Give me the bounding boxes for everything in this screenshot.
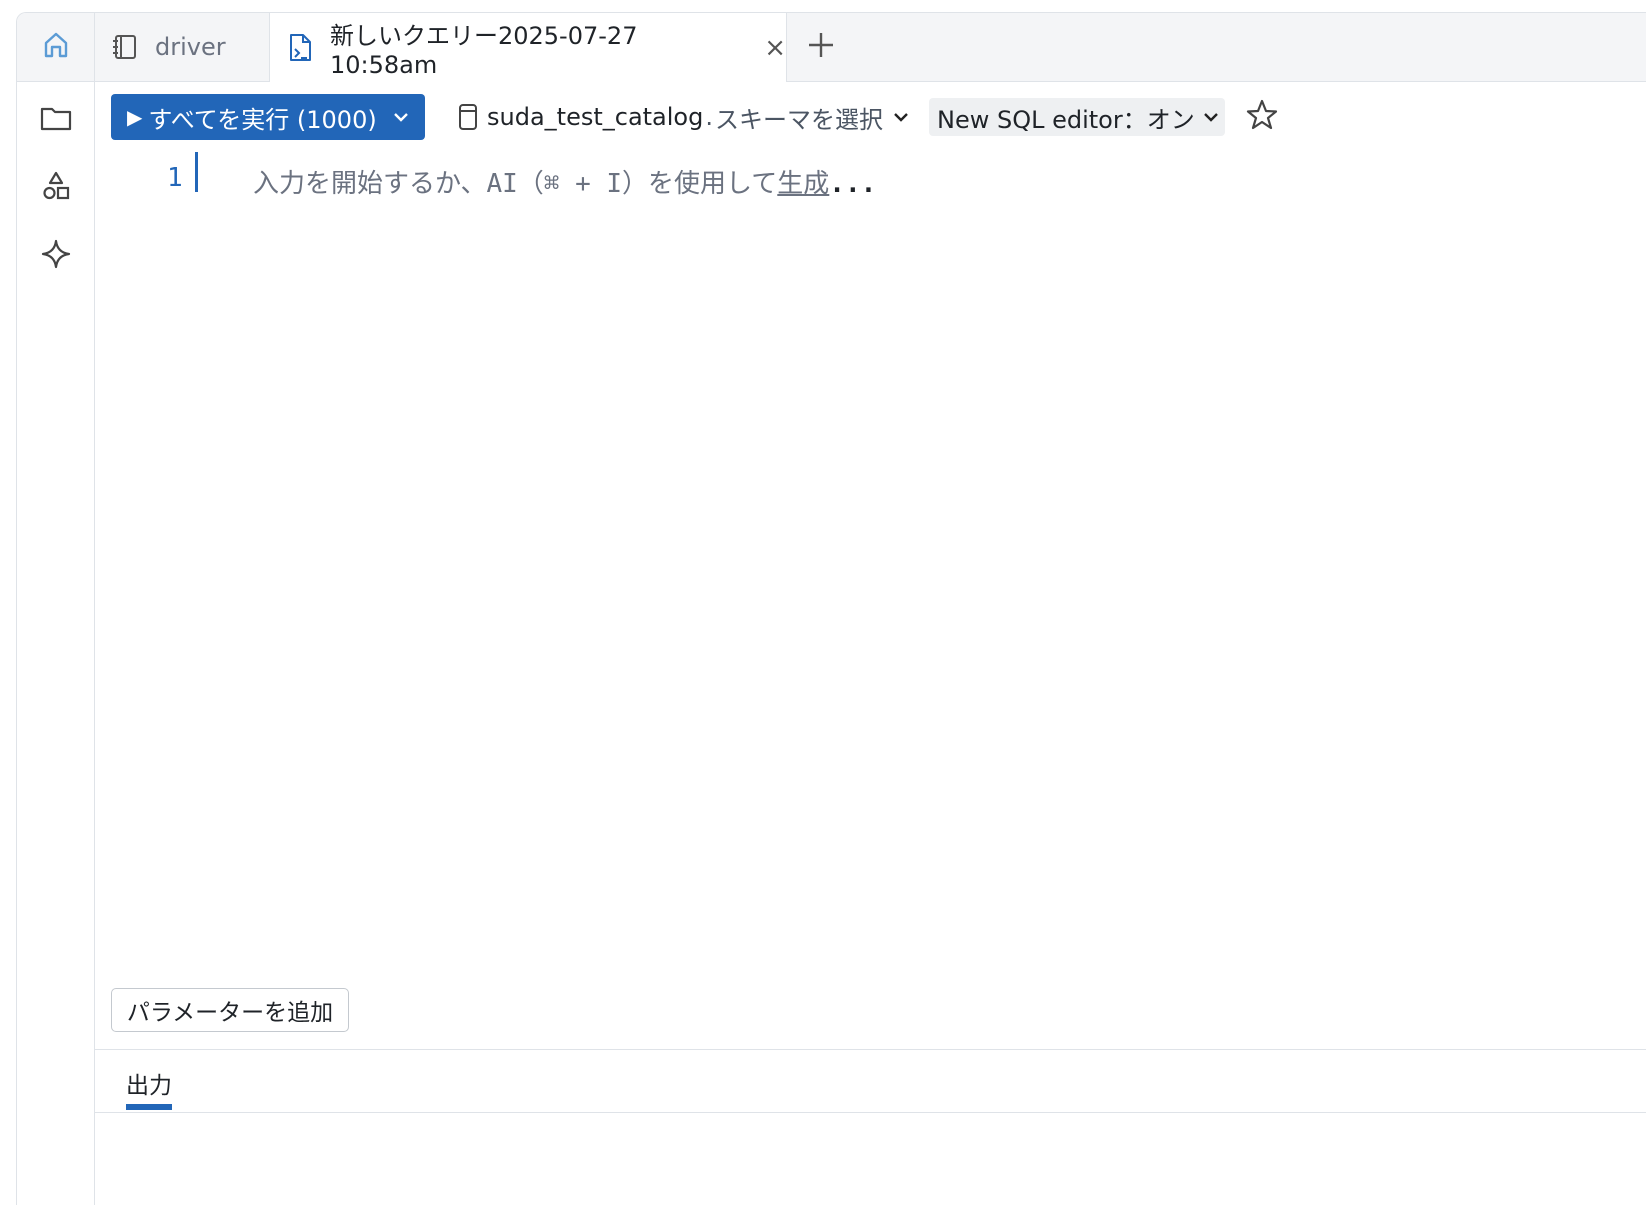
catalog-name: suda_test_catalog: [487, 103, 704, 131]
editor-toggle-label: New SQL editor：オン: [937, 105, 1195, 134]
shapes-icon: [41, 170, 71, 206]
close-icon[interactable]: ×: [764, 33, 786, 63]
home-button[interactable]: [17, 13, 95, 81]
active-line-marker: [195, 152, 198, 192]
notebook-icon: [111, 32, 141, 62]
play-icon: ▶: [127, 105, 143, 129]
placeholder-dots: ...: [829, 169, 877, 199]
plus-icon: [806, 30, 836, 64]
sparkle-icon: [41, 239, 71, 273]
favorite-button[interactable]: [1243, 98, 1281, 136]
chevron-down-icon[interactable]: [391, 106, 411, 134]
tab-output[interactable]: 出力: [126, 1066, 172, 1100]
generate-link[interactable]: 生成: [777, 169, 829, 199]
tab-new-query[interactable]: 新しいクエリー2025-07-27 10:58am ×: [270, 13, 787, 82]
tab-driver-label: driver: [155, 33, 226, 61]
tab-driver[interactable]: driver: [95, 13, 270, 81]
new-sql-editor-toggle[interactable]: New SQL editor：オン: [929, 98, 1225, 136]
run-all-button[interactable]: ▶ すべてを実行 (1000): [111, 94, 425, 140]
add-parameter-button[interactable]: パラメーターを追加: [111, 988, 349, 1032]
home-icon: [41, 30, 71, 64]
sql-editor-window: driver 新しいクエリー2025-07-27 10:58am × ▶ すべて…: [16, 12, 1646, 1205]
output-divider: [95, 1112, 1646, 1113]
star-icon: [1245, 98, 1279, 136]
editor-placeholder[interactable]: 入力を開始するか、AI（⌘ + I）を使用して生成...: [253, 163, 876, 200]
assistant-button[interactable]: [36, 236, 76, 276]
left-rail: [17, 82, 95, 1205]
folder-icon: [40, 104, 72, 136]
catalog-button[interactable]: [36, 168, 76, 208]
catalog-schema-selector[interactable]: suda_test_catalog . スキーマを選択: [457, 94, 911, 140]
workspace-browser-button[interactable]: [36, 100, 76, 140]
placeholder-text: 入力を開始するか、AI（⌘ + I）を使用して: [253, 169, 778, 199]
tab-bar: driver 新しいクエリー2025-07-27 10:58am ×: [17, 13, 1646, 82]
line-number: 1: [167, 163, 183, 193]
run-all-label: すべてを実行 (1000): [148, 105, 377, 134]
database-icon: [457, 102, 479, 132]
schema-placeholder: スキーマを選択: [715, 105, 883, 134]
output-tab-indicator: [126, 1104, 172, 1110]
query-file-icon: [286, 33, 316, 63]
chevron-down-icon: [891, 106, 911, 128]
output-panel: 出力: [95, 1049, 1646, 1205]
tab-new-query-label: 新しいクエリー2025-07-27 10:58am: [329, 22, 638, 79]
new-tab-button[interactable]: [801, 27, 841, 67]
catalog-separator: .: [705, 103, 713, 131]
chevron-down-icon: [1201, 106, 1221, 128]
